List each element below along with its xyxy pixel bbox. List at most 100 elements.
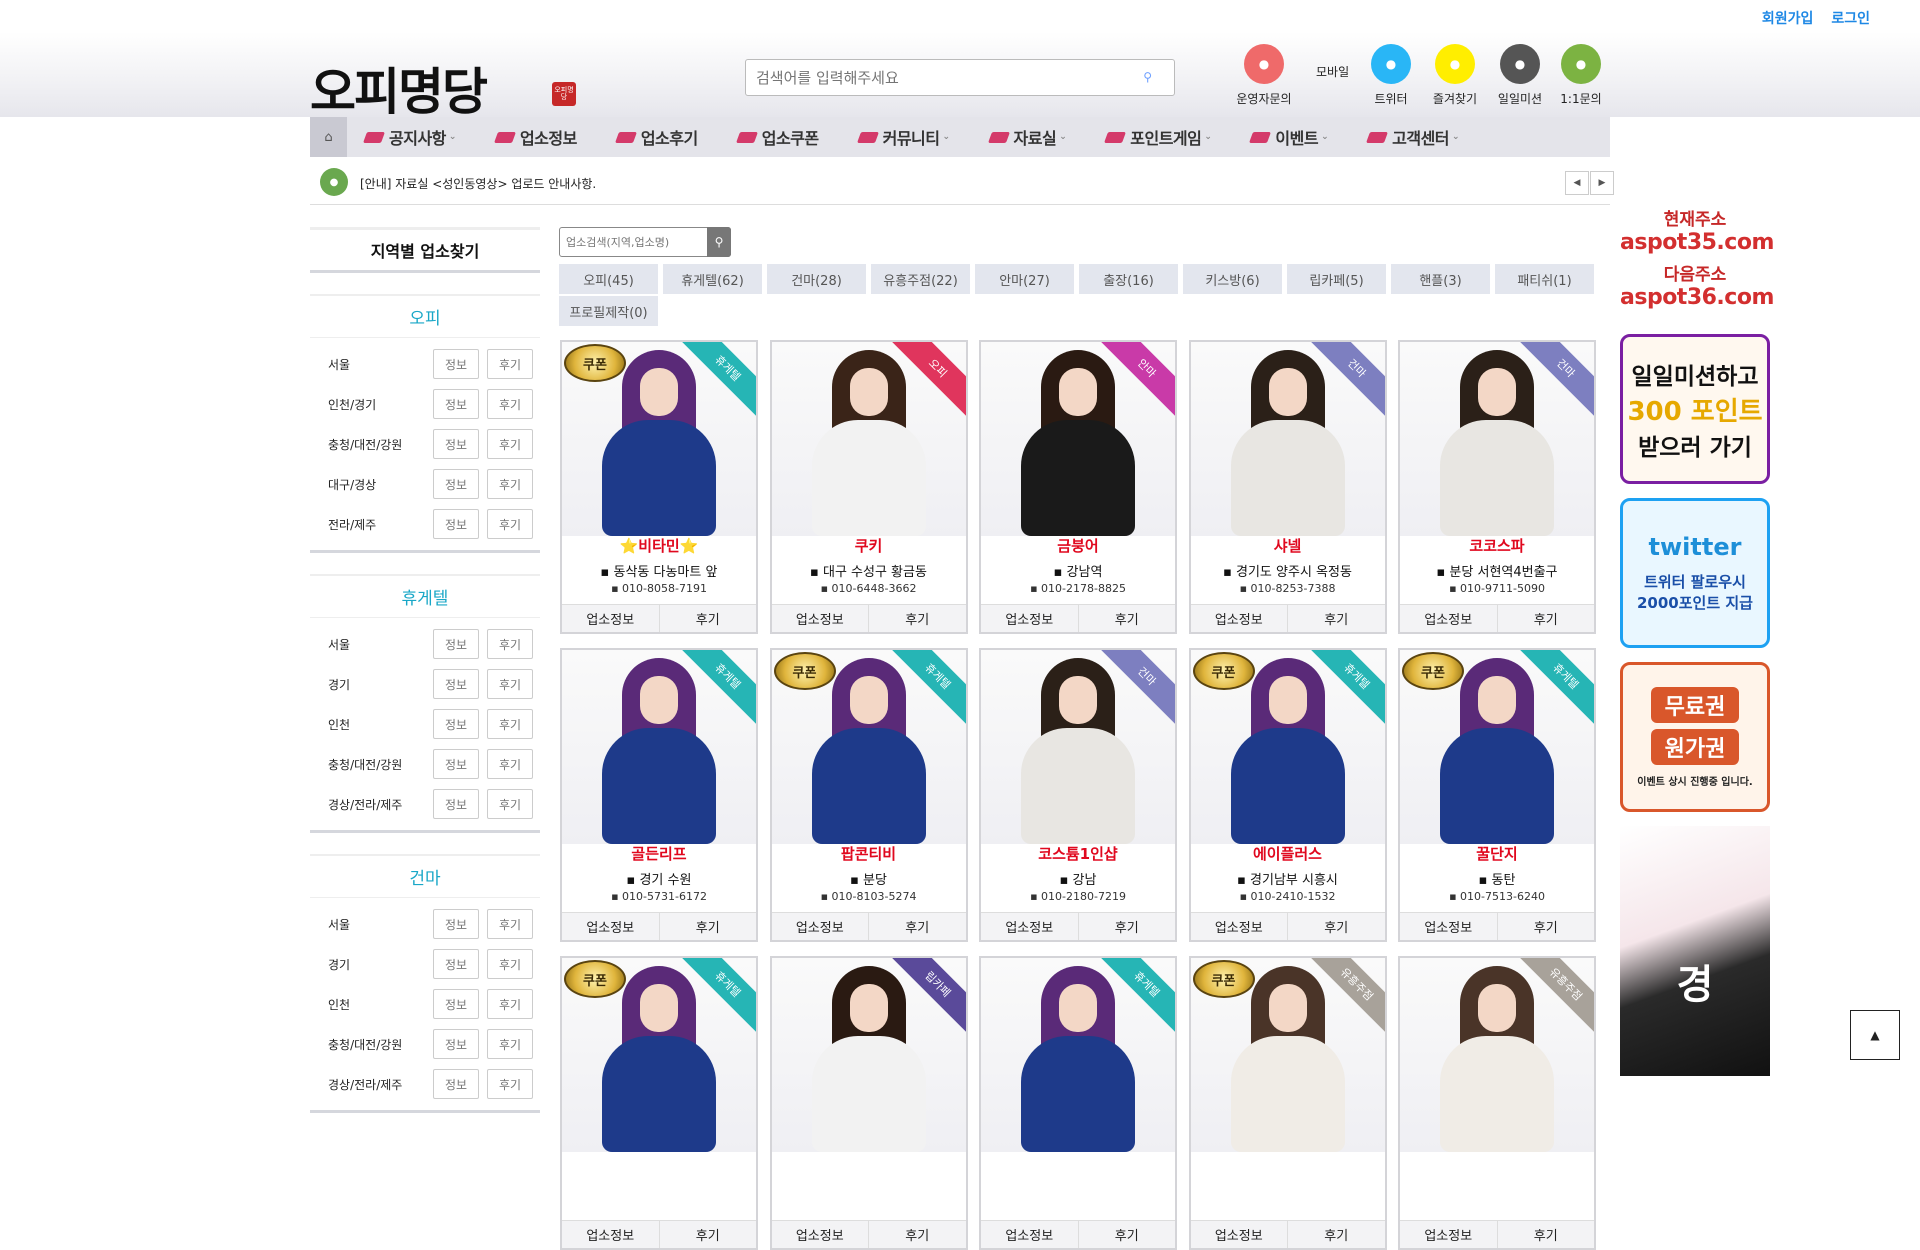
business-name[interactable]: 팝콘티비 xyxy=(772,843,966,864)
scroll-top-button[interactable]: ▲ xyxy=(1850,1010,1900,1060)
region-info-button[interactable]: 정보 xyxy=(433,629,479,659)
region-review-button[interactable]: 후기 xyxy=(487,949,533,979)
business-card[interactable]: 유흥주점 업소정보 후기 xyxy=(1398,956,1596,1250)
business-photo[interactable]: 휴게텔 쿠폰 xyxy=(771,650,966,844)
business-card[interactable]: 휴게텔 쿠폰 팝콘티비 ▪ 분당 ▪ 010-8103-5274 업소정보 후기 xyxy=(769,648,968,942)
business-card[interactable]: 휴게텔업소정보 후기 xyxy=(979,956,1177,1250)
nav-item-2[interactable]: 업소후기 xyxy=(614,125,698,149)
business-card[interactable]: 안마 금붕어 ▪ 강남역 ▪ 010-2178-8825 업소정보 후기 xyxy=(979,340,1177,634)
business-name[interactable]: 쿠키 xyxy=(772,535,966,556)
free-coupon-banner[interactable]: 무료권 원가권 이벤트 상시 진행중 입니다. xyxy=(1620,662,1770,812)
search-icon[interactable]: ⚲ xyxy=(707,227,731,257)
category-tab[interactable]: 키스방(6) xyxy=(1183,264,1282,294)
region-review-button[interactable]: 후기 xyxy=(487,349,533,379)
region-review-button[interactable]: 후기 xyxy=(487,469,533,499)
category-tab[interactable]: 립카페(5) xyxy=(1287,264,1386,294)
business-name[interactable]: 골든리프 xyxy=(562,843,756,864)
business-photo[interactable]: 휴게텔 쿠폰 xyxy=(562,342,756,536)
business-photo[interactable]: 오피 xyxy=(771,342,966,536)
business-info-button[interactable]: 업소정보 xyxy=(981,1221,1079,1248)
business-review-button[interactable]: 후기 xyxy=(1079,605,1176,632)
question-icon[interactable]: ● xyxy=(1561,44,1601,84)
business-card[interactable]: 건마 샤넬 ▪ 경기도 양주시 옥정동 ▪ 010-8253-7388 업소정보 후기 xyxy=(1188,340,1387,634)
region-review-button[interactable]: 후기 xyxy=(487,669,533,699)
business-name[interactable]: 금붕어 xyxy=(981,535,1175,556)
category-tab[interactable]: 건마(28) xyxy=(767,264,866,294)
star-icon[interactable]: ● xyxy=(1435,44,1475,84)
site-logo[interactable]: 오피명당 xyxy=(310,52,488,124)
region-info-button[interactable]: 정보 xyxy=(433,669,479,699)
region-info-button[interactable]: 정보 xyxy=(433,789,479,819)
business-review-button[interactable]: 후기 xyxy=(1079,1221,1176,1248)
region-review-button[interactable]: 후기 xyxy=(487,509,533,539)
nav-item-7[interactable]: 이벤트 ⌄ xyxy=(1249,125,1329,149)
business-card[interactable]: 유흥주점 쿠폰 업소정보 후기 xyxy=(1188,956,1387,1250)
business-review-button[interactable]: 후기 xyxy=(869,913,966,940)
business-name[interactable]: ⭐비타민⭐ xyxy=(562,535,756,556)
quick-link-2[interactable]: ● 즐겨찾기 xyxy=(1420,44,1490,107)
region-info-button[interactable]: 정보 xyxy=(433,909,479,939)
category-tab[interactable]: 핸플(3) xyxy=(1391,264,1490,294)
business-info-button[interactable]: 업소정보 xyxy=(772,913,869,940)
region-info-button[interactable]: 정보 xyxy=(433,469,479,499)
business-name[interactable]: 코코스파 xyxy=(1400,535,1594,556)
business-photo[interactable]: 건마 xyxy=(1190,342,1385,536)
region-review-button[interactable]: 후기 xyxy=(487,629,533,659)
business-review-button[interactable]: 후기 xyxy=(1498,913,1595,940)
business-card[interactable]: 립카페 업소정보 후기 xyxy=(769,956,968,1250)
category-tab[interactable]: 휴게텔(62) xyxy=(663,264,762,294)
category-tab[interactable]: 유흥주점(22) xyxy=(871,264,970,294)
nav-item-4[interactable]: 커뮤니티 ⌄ xyxy=(856,125,950,149)
business-review-button[interactable]: 후기 xyxy=(1288,605,1385,632)
nav-item-1[interactable]: 업소정보 xyxy=(493,125,577,149)
notice-prev-button[interactable]: ◀ xyxy=(1565,171,1589,195)
region-info-button[interactable]: 정보 xyxy=(433,429,479,459)
home-icon[interactable]: ⌂ xyxy=(310,117,347,157)
next-address-url[interactable]: aspot36.com xyxy=(1620,285,1774,310)
business-photo[interactable]: 안마 xyxy=(981,342,1175,536)
business-review-button[interactable]: 후기 xyxy=(1498,605,1595,632)
current-address-url[interactable]: aspot35.com xyxy=(1620,230,1774,255)
business-card[interactable]: 휴게텔 쿠폰 업소정보 후기 xyxy=(560,956,758,1250)
business-review-button[interactable]: 후기 xyxy=(660,605,757,632)
business-info-button[interactable]: 업소정보 xyxy=(772,1221,869,1248)
business-card[interactable]: 휴게텔 골든리프 ▪ 경기 수원 ▪ 010-5731-6172 업소정보 후기 xyxy=(560,648,758,942)
business-photo[interactable]: 유흥주점 쿠폰 xyxy=(1190,958,1385,1152)
business-review-button[interactable]: 후기 xyxy=(1498,1221,1595,1248)
region-review-button[interactable]: 후기 xyxy=(487,429,533,459)
mobile-label[interactable]: 모바일 xyxy=(1316,63,1349,80)
business-info-button[interactable]: 업소정보 xyxy=(1191,913,1288,940)
business-info-button[interactable]: 업소정보 xyxy=(1191,1221,1288,1248)
region-info-button[interactable]: 정보 xyxy=(433,949,479,979)
business-card[interactable]: 건마 코코스파 ▪ 분당 서현역4번출구 ▪ 010-9711-5090 업소정보 후기 xyxy=(1398,340,1596,634)
business-card[interactable]: 휴게텔 쿠폰 ⭐비타민⭐ ▪ 동삭동 다농마트 앞 ▪ 010-8058-7191 업소정… xyxy=(560,340,758,634)
quick-link-1[interactable]: ● 트위터 xyxy=(1356,44,1426,107)
notice-text[interactable]: [안내] 자료실 <성인동영상> 업로드 안내사항. xyxy=(360,175,596,192)
login-link[interactable]: 로그인 xyxy=(1831,8,1870,28)
business-info-button[interactable]: 업소정보 xyxy=(772,605,869,632)
business-review-button[interactable]: 후기 xyxy=(1079,913,1176,940)
region-review-button[interactable]: 후기 xyxy=(487,749,533,779)
business-photo[interactable]: 건마 xyxy=(981,650,1175,844)
region-info-button[interactable]: 정보 xyxy=(433,709,479,739)
chat-icon[interactable]: ● xyxy=(1244,44,1284,84)
region-review-button[interactable]: 후기 xyxy=(487,1069,533,1099)
business-review-button[interactable]: 후기 xyxy=(660,913,757,940)
region-info-button[interactable]: 정보 xyxy=(433,389,479,419)
business-photo[interactable]: 건마 xyxy=(1400,342,1594,536)
region-review-button[interactable]: 후기 xyxy=(487,989,533,1019)
business-photo[interactable]: 휴게텔 쿠폰 xyxy=(1400,650,1594,844)
region-info-button[interactable]: 정보 xyxy=(433,509,479,539)
business-photo[interactable]: 립카페 xyxy=(771,958,966,1152)
nav-item-8[interactable]: 고객센터 ⌄ xyxy=(1366,125,1460,149)
nav-item-3[interactable]: 업소쿠폰 xyxy=(735,125,819,149)
region-info-button[interactable]: 정보 xyxy=(433,749,479,779)
business-photo[interactable]: 휴게텔 xyxy=(562,650,756,844)
business-name[interactable]: 코스튬1인샵 xyxy=(981,843,1175,864)
region-review-button[interactable]: 후기 xyxy=(487,709,533,739)
business-photo[interactable]: 휴게텔 xyxy=(981,958,1175,1152)
mission-icon[interactable]: ● xyxy=(1500,44,1540,84)
nav-item-6[interactable]: 포인트게임 ⌄ xyxy=(1104,125,1212,149)
search-icon[interactable]: ⚲ xyxy=(1143,70,1152,84)
business-info-button[interactable]: 업소정보 xyxy=(1400,1221,1498,1248)
